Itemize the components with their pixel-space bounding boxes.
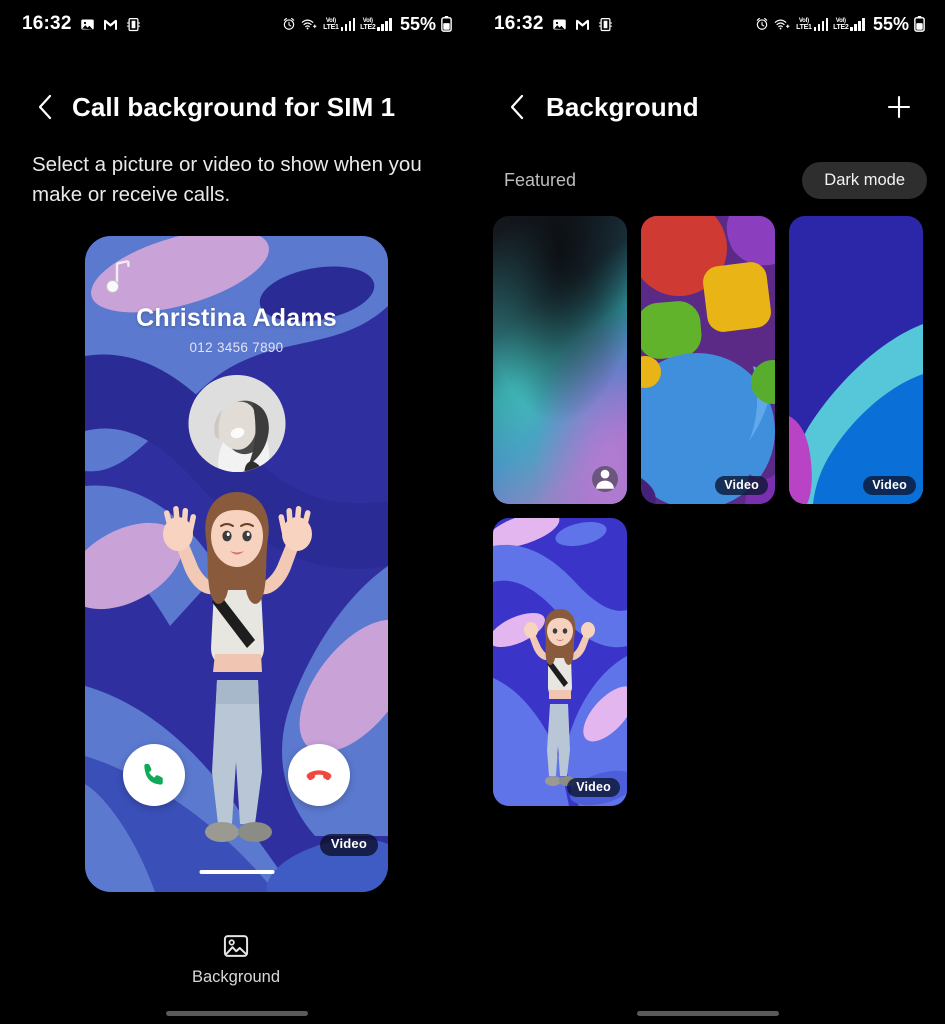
sim2-signal-group: VoI) LTE2 [833, 17, 865, 31]
call-action-buttons [85, 744, 388, 806]
background-button-label: Background [191, 968, 281, 986]
avatar [188, 375, 285, 472]
screen-recorder-icon [126, 17, 141, 32]
signal-sim2-icon [850, 17, 865, 31]
background-item-curves[interactable]: Video [789, 216, 923, 504]
home-indicator-right[interactable] [637, 1011, 779, 1016]
media-type-badge: Video [715, 475, 768, 495]
battery-percent: 55% [872, 13, 909, 34]
wifi-calling-icon [774, 17, 791, 31]
phone-hangup-icon [306, 770, 332, 781]
contact-name: Christina Adams [136, 304, 337, 332]
media-type-badge: Video [319, 834, 378, 856]
decline-call-button[interactable] [288, 744, 350, 806]
screen-recorder-icon [598, 17, 613, 32]
media-type-badge: Video [567, 777, 620, 797]
right-app-header: Background [472, 84, 945, 130]
background-grid: Video Video Video [493, 216, 925, 806]
home-indicator-left[interactable] [166, 1011, 308, 1016]
alarm-icon [282, 17, 296, 31]
battery-percent: 55% [399, 13, 436, 34]
status-time: 16:32 [494, 13, 544, 34]
status-time: 16:32 [22, 13, 72, 34]
status-bar-right-left-group: 16:32 [494, 13, 613, 35]
image-icon [223, 935, 249, 957]
phone-icon [144, 763, 163, 785]
back-button-right[interactable] [494, 84, 540, 130]
screenshot-root: 16:32 VoI) LTE1 VoI) LTE2 55% Call backg… [0, 0, 945, 1024]
call-background-preview[interactable]: Christina Adams 012 3456 7890 Video [85, 236, 388, 892]
back-button-left[interactable] [22, 84, 68, 130]
status-bar-right-group: VoI) LTE1 VoI) LTE2 55% [282, 14, 452, 35]
chevron-left-icon [38, 94, 52, 120]
left-screen: 16:32 VoI) LTE1 VoI) LTE2 55% Call backg… [0, 0, 472, 1024]
page-title-right: Background [546, 91, 699, 122]
signal-sim2-icon [377, 17, 392, 31]
background-button[interactable]: Background [0, 932, 472, 987]
status-bar-right: 16:32 VoI) LTE1 VoI) LTE2 55% [472, 0, 945, 48]
volte-sim2-icon: VoI) LTE2 [360, 17, 376, 31]
page-title-left: Call background for SIM 1 [72, 91, 396, 122]
status-bar-right-right-group: VoI) LTE1 VoI) LTE2 55% [755, 14, 925, 35]
add-background-button[interactable] [877, 85, 921, 129]
battery-icon [914, 16, 925, 32]
person-icon [592, 466, 618, 492]
preview-home-indicator [199, 870, 274, 874]
volte-sim2-icon: VoI) LTE2 [833, 17, 849, 31]
volte-sim1-icon: VoI) LTE1 [323, 17, 339, 31]
music-note-icon [104, 256, 138, 296]
gallery-icon [552, 17, 567, 32]
page-description: Select a picture or video to show when y… [32, 153, 422, 206]
volte-sim1-icon: VoI) LTE1 [796, 17, 812, 31]
featured-label: Featured [504, 169, 577, 190]
alarm-icon [755, 17, 769, 31]
background-item-gradient[interactable] [493, 216, 627, 504]
battery-icon [441, 16, 452, 32]
wifi-calling-icon [301, 17, 318, 31]
sim2-signal-group: VoI) LTE2 [360, 17, 392, 31]
status-bar-left: 16:32 VoI) LTE1 VoI) LTE2 55% [0, 0, 472, 48]
chevron-left-icon [510, 94, 524, 120]
left-app-header: Call background for SIM 1 [0, 84, 472, 130]
signal-sim1-icon [340, 17, 356, 31]
media-type-badge: Video [863, 475, 916, 495]
background-item-ar-emoji[interactable]: Video [493, 518, 627, 806]
ar-emoji-figure [511, 598, 609, 798]
dark-mode-button[interactable]: Dark mode [802, 161, 927, 199]
sim1-signal-group: VoI) LTE1 [796, 17, 829, 31]
sim1-signal-group: VoI) LTE1 [323, 17, 356, 31]
contact-number: 012 3456 7890 [189, 340, 284, 355]
status-bar-left-group: 16:32 [22, 13, 141, 35]
gmail-icon [575, 18, 590, 31]
gmail-icon [103, 18, 118, 31]
gallery-icon [80, 17, 95, 32]
background-item-shapes[interactable]: Video [641, 216, 775, 504]
signal-sim1-icon [813, 17, 829, 31]
plus-icon [887, 95, 911, 119]
featured-section-header: Featured Dark mode [472, 160, 945, 200]
accept-call-button[interactable] [123, 744, 185, 806]
